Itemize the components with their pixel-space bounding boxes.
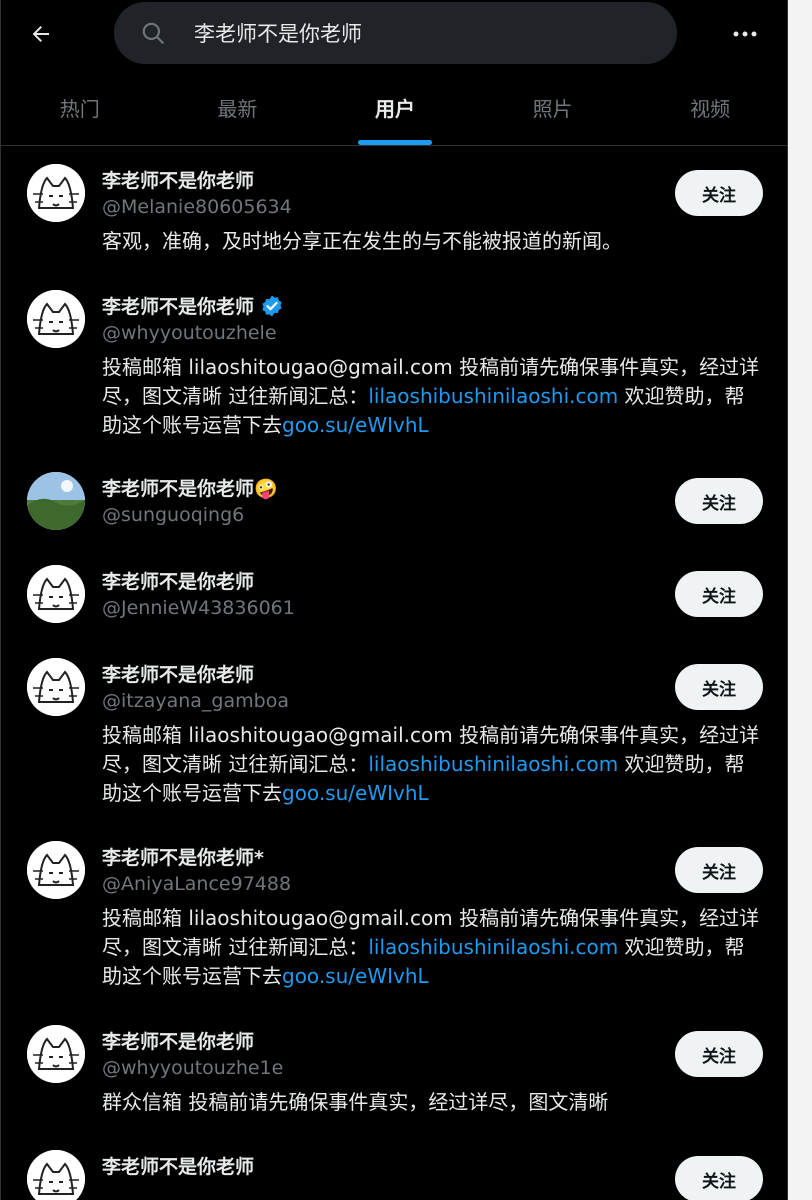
display-name: 李老师不是你老师 — [102, 571, 255, 593]
bio-link[interactable]: goo.su/eWIvhL — [282, 413, 429, 437]
follow-button[interactable]: 关注 — [675, 1156, 763, 1200]
avatar[interactable] — [27, 841, 85, 899]
tab-photos[interactable]: 照片 — [474, 70, 632, 145]
user-bio: 客观，准确，及时地分享正在发生的与不能被报道的新闻。 — [102, 229, 622, 253]
tab-active-indicator — [357, 140, 432, 145]
display-name: 李老师不是你老师* — [102, 847, 264, 869]
follow-button[interactable]: 关注 — [675, 478, 763, 524]
avatar[interactable] — [27, 472, 85, 530]
display-name: 李老师不是你老师 — [102, 170, 255, 192]
user-handle: @Melanie80605634 — [102, 196, 292, 218]
avatar[interactable] — [27, 1150, 85, 1200]
user-handle: @sunguoqing6 — [102, 504, 245, 526]
tab-videos[interactable]: 视频 — [631, 70, 787, 145]
user-cell[interactable]: 李老师不是你老师🤪 @sunguoqing6 关注 — [1, 454, 787, 547]
user-cell[interactable]: 李老师不是你老师 关注 — [1, 1132, 787, 1200]
arrow-left-icon — [32, 26, 49, 42]
follow-button[interactable]: 关注 — [675, 847, 763, 893]
avatar[interactable] — [27, 290, 85, 348]
tab-latest[interactable]: 最新 — [159, 70, 317, 145]
user-handle: @JennieW43836061 — [102, 597, 295, 619]
avatar[interactable] — [27, 164, 85, 222]
user-bio: 投稿邮箱 lilaoshitougao@gmail.com 投稿前请先确保事件真… — [102, 723, 760, 805]
user-bio: 群众信箱 投稿前请先确保事件真实，经过详尽，图文清晰 — [102, 1090, 609, 1114]
user-handle: @whyyoutouzhele — [102, 322, 277, 344]
user-bio: 投稿邮箱 lilaoshitougao@gmail.com 投稿前请先确保事件真… — [102, 906, 760, 988]
tab-people[interactable]: 用户 — [316, 70, 474, 145]
search-box[interactable] — [114, 2, 677, 64]
user-cell[interactable]: 李老师不是你老师 @whyyoutouzhe1e 群众信箱 投稿前请先确保事件真… — [1, 1007, 787, 1132]
display-name: 李老师不是你老师 — [102, 296, 255, 318]
avatar[interactable] — [27, 1025, 85, 1083]
bio-link[interactable]: lilaoshibushinilaoshi.com — [368, 935, 618, 959]
display-name: 李老师不是你老师🤪 — [102, 478, 278, 500]
avatar[interactable] — [27, 565, 85, 623]
user-cell[interactable]: 李老师不是你老师 @JennieW43836061 关注 — [1, 547, 787, 640]
user-cell[interactable]: 李老师不是你老师* @AniyaLance97488 投稿邮箱 lilaoshi… — [1, 823, 787, 1007]
bio-link[interactable]: goo.su/eWIvhL — [282, 781, 429, 805]
bio-link[interactable]: goo.su/eWIvhL — [282, 964, 429, 988]
user-list: 李老师不是你老师 @Melanie80605634 客观，准确，及时地分享正在发… — [1, 146, 787, 1200]
search-input[interactable] — [194, 2, 644, 64]
user-handle: @itzayana_gamboa — [102, 690, 289, 712]
more-options-button[interactable] — [723, 16, 767, 52]
display-name: 李老师不是你老师 — [102, 1156, 255, 1178]
avatar[interactable] — [27, 658, 85, 716]
top-bar — [1, 0, 787, 66]
follow-button[interactable]: 关注 — [675, 1031, 763, 1077]
user-cell[interactable]: 李老师不是你老师 @whyyoutouzhele 投稿邮箱 lilaoshito… — [1, 272, 787, 454]
user-handle: @AniyaLance97488 — [102, 873, 292, 895]
window-edge — [788, 0, 812, 1200]
user-bio: 投稿邮箱 lilaoshitougao@gmail.com 投稿前请先确保事件真… — [102, 355, 760, 437]
search-icon — [142, 22, 164, 44]
follow-button[interactable]: 关注 — [675, 170, 763, 216]
follow-button[interactable]: 关注 — [675, 664, 763, 710]
verified-badge-icon — [260, 294, 284, 318]
user-cell[interactable]: 李老师不是你老师 @Melanie80605634 客观，准确，及时地分享正在发… — [1, 146, 787, 272]
display-name: 李老师不是你老师 — [102, 664, 255, 686]
follow-button[interactable]: 关注 — [675, 571, 763, 617]
user-handle: @whyyoutouzhe1e — [102, 1057, 284, 1079]
app-frame: 热门 最新 用户 照片 视频 李老师不是你老师 @Melanie80605634… — [0, 0, 788, 1200]
bio-link[interactable]: lilaoshibushinilaoshi.com — [368, 384, 618, 408]
display-name: 李老师不是你老师 — [102, 1031, 255, 1053]
bio-link[interactable]: lilaoshibushinilaoshi.com — [368, 752, 618, 776]
more-horizontal-icon — [733, 31, 757, 37]
search-tabs: 热门 最新 用户 照片 视频 — [1, 70, 787, 146]
tab-top[interactable]: 热门 — [1, 70, 159, 145]
user-cell[interactable]: 李老师不是你老师 @itzayana_gamboa 投稿邮箱 lilaoshit… — [1, 640, 787, 823]
back-button[interactable] — [23, 16, 59, 52]
